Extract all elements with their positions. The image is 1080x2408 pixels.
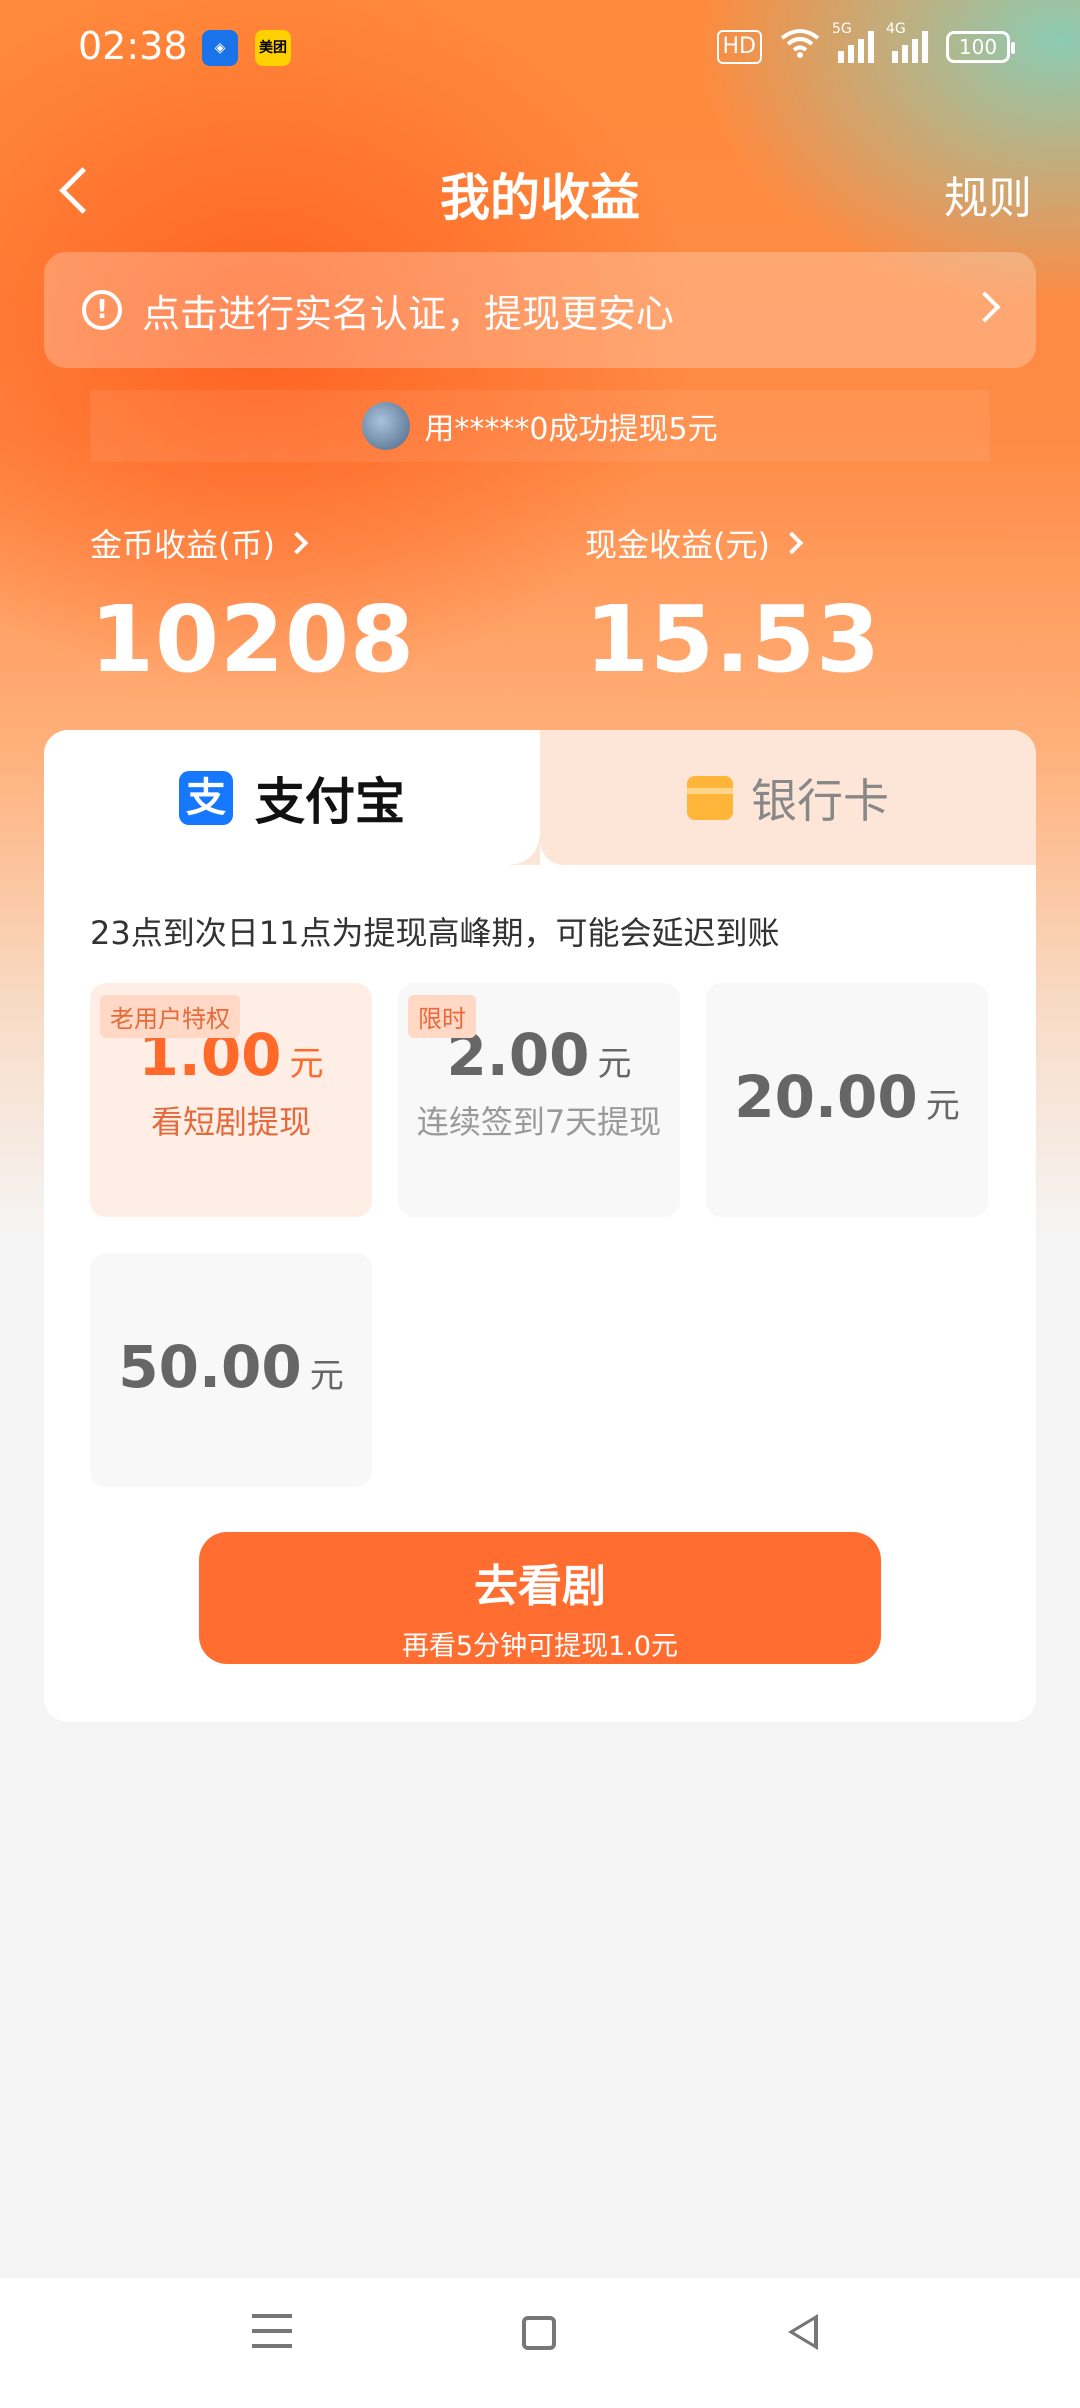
- tab-alipay-label: 支付宝: [255, 772, 405, 831]
- cta-subtitle: 再看5分钟可提现1.0元: [401, 1631, 679, 1662]
- chevron-right-icon: [285, 531, 309, 555]
- shield-icon: ◈: [202, 30, 238, 66]
- option-subtitle: 连续签到7天提现: [416, 1103, 662, 1141]
- status-indicators: HD 5G 4G 100: [716, 21, 1015, 65]
- option-badge: 限时: [408, 995, 476, 1038]
- withdraw-ticker: 用*****0成功提现5元: [90, 390, 990, 462]
- signal-4g-icon: 4G: [886, 21, 928, 63]
- avatar: [362, 402, 411, 450]
- rules-link[interactable]: 规则: [944, 162, 1032, 226]
- withdraw-option-4[interactable]: 50.00 元: [90, 1253, 372, 1487]
- option-unit: 元: [289, 1044, 324, 1084]
- withdraw-card: 支 支付宝 银行卡 23点到次日11点为提现高峰期，可能会延迟到账 老用户特权 …: [44, 730, 1036, 1722]
- status-bar: 02:38 ◈ 美团 HD 5G 4G 100: [0, 0, 1080, 100]
- withdraw-option-1[interactable]: 老用户特权 1.00 元 看短剧提现: [90, 983, 372, 1217]
- peak-notice: 23点到次日11点为提现高峰期，可能会延迟到账: [90, 914, 780, 952]
- hd-icon: HD: [716, 29, 762, 64]
- option-subtitle: 看短剧提现: [150, 1103, 311, 1141]
- chevron-right-icon: [780, 531, 804, 555]
- signal-5g-icon: 5G: [832, 21, 874, 63]
- system-nav-bar: [0, 2278, 1080, 2408]
- page-title: 我的收益: [440, 169, 640, 227]
- cta-title: 去看剧: [474, 1561, 606, 1612]
- verification-text: 点击进行实名认证，提现更安心: [142, 291, 675, 336]
- cash-earnings[interactable]: 现金收益(元) 15.53: [585, 520, 881, 693]
- wifi-icon: [780, 28, 820, 65]
- tab-bank-card[interactable]: 银行卡: [510, 730, 1036, 865]
- withdraw-option-2[interactable]: 限时 2.00 元 连续签到7天提现: [398, 983, 680, 1217]
- coin-earnings-label: 金币收益(币): [90, 526, 275, 564]
- tab-bank-card-label: 银行卡: [751, 773, 889, 828]
- bank-card-icon: [687, 775, 733, 820]
- payout-tabs: 支 支付宝 银行卡: [44, 730, 1036, 865]
- back-triangle-icon[interactable]: [788, 2314, 818, 2350]
- coin-earnings-value: 10208: [90, 586, 416, 693]
- option-badge: 老用户特权: [100, 995, 240, 1038]
- cash-earnings-value: 15.53: [585, 586, 882, 693]
- verification-banner[interactable]: ! 点击进行实名认证，提现更安心: [44, 252, 1036, 368]
- withdraw-option-3[interactable]: 20.00 元: [706, 983, 988, 1217]
- chevron-right-icon: [969, 291, 1001, 323]
- option-unit: 元: [309, 1356, 344, 1396]
- battery-icon: 100: [946, 30, 1015, 63]
- option-amount: 20.00: [734, 1063, 918, 1131]
- meituan-icon: 美团: [255, 30, 291, 66]
- home-icon[interactable]: [522, 2316, 556, 2350]
- alipay-icon: 支: [179, 770, 233, 825]
- option-unit: 元: [597, 1044, 632, 1084]
- cash-earnings-label-row: 现金收益(元): [585, 520, 881, 566]
- alert-icon: !: [82, 290, 122, 330]
- watch-drama-button[interactable]: 去看剧 再看5分钟可提现1.0元: [199, 1532, 881, 1664]
- coin-earnings[interactable]: 金币收益(币) 10208: [90, 520, 415, 693]
- net-type-4g: 4G: [886, 20, 906, 37]
- option-unit: 元: [925, 1086, 960, 1126]
- net-type-5g: 5G: [832, 20, 852, 37]
- tab-alipay[interactable]: 支 支付宝: [44, 730, 540, 865]
- menu-icon[interactable]: [252, 2314, 292, 2354]
- cash-earnings-label: 现金收益(元): [585, 526, 770, 564]
- coin-earnings-label-row: 金币收益(币): [90, 520, 415, 566]
- status-time: 02:38: [78, 24, 188, 68]
- nav-bar: 我的收益 规则: [0, 140, 1080, 240]
- ticker-text: 用*****0成功提现5元: [424, 412, 718, 447]
- option-amount: 50.00: [118, 1333, 302, 1401]
